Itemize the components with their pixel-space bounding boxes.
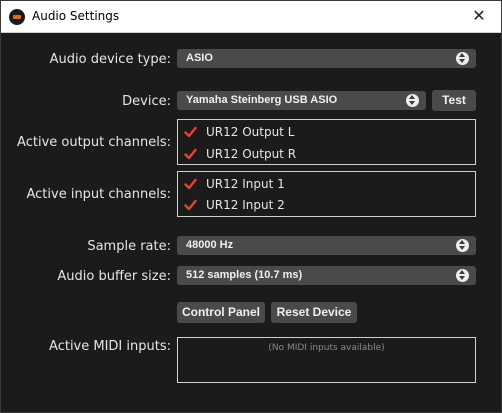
output-channels-label: Active output channels: xyxy=(17,135,171,150)
checkmark-icon xyxy=(184,126,197,138)
output-channel-label: UR12 Output L xyxy=(206,125,295,139)
close-icon[interactable]: ✕ xyxy=(461,3,497,29)
checkmark-icon xyxy=(184,199,197,211)
audio-settings-window: Audio Settings ✕ Audio device type: ASIO… xyxy=(0,0,502,413)
title-bar: Audio Settings ✕ xyxy=(1,1,501,33)
midi-inputs-label: Active MIDI inputs: xyxy=(49,339,171,354)
buffer-size-select[interactable]: 512 samples (10.7 ms) xyxy=(177,266,476,285)
chevron-updown-icon xyxy=(456,52,469,65)
input-channels-list: UR12 Input 1 UR12 Input 2 xyxy=(177,171,476,217)
checkmark-icon xyxy=(184,178,197,190)
checkmark-icon xyxy=(184,148,197,160)
device-label: Device: xyxy=(122,94,171,109)
device-select[interactable]: Yamaha Steinberg USB ASIO xyxy=(177,91,426,110)
sample-rate-label: Sample rate: xyxy=(87,239,171,254)
midi-empty-message: (No MIDI inputs available) xyxy=(268,343,385,353)
window-title: Audio Settings xyxy=(32,9,120,23)
reset-device-button[interactable]: Reset Device xyxy=(271,302,357,323)
device-type-select[interactable]: ASIO xyxy=(177,49,476,68)
sample-rate-select[interactable]: 48000 Hz xyxy=(177,236,476,255)
buffer-size-value: 512 samples (10.7 ms) xyxy=(186,269,303,281)
device-type-label: Audio device type: xyxy=(49,52,171,67)
buffer-size-label: Audio buffer size: xyxy=(57,269,171,284)
control-panel-button[interactable]: Control Panel xyxy=(177,302,265,323)
sample-rate-value: 48000 Hz xyxy=(186,239,234,251)
app-logo-icon xyxy=(9,9,25,25)
input-channels-label: Active input channels: xyxy=(26,187,171,202)
chevron-updown-icon xyxy=(456,239,469,252)
input-channel-label: UR12 Input 2 xyxy=(206,198,285,212)
chevron-updown-icon xyxy=(456,269,469,282)
output-channel-label: UR12 Output R xyxy=(206,147,297,161)
device-type-value: ASIO xyxy=(186,52,213,64)
test-button[interactable]: Test xyxy=(432,90,476,111)
chevron-updown-icon xyxy=(406,94,419,107)
output-channels-list: UR12 Output L UR12 Output R xyxy=(177,119,476,165)
device-value: Yamaha Steinberg USB ASIO xyxy=(186,94,338,106)
midi-inputs-list: (No MIDI inputs available) xyxy=(177,337,476,383)
input-channel-label: UR12 Input 1 xyxy=(206,177,285,191)
